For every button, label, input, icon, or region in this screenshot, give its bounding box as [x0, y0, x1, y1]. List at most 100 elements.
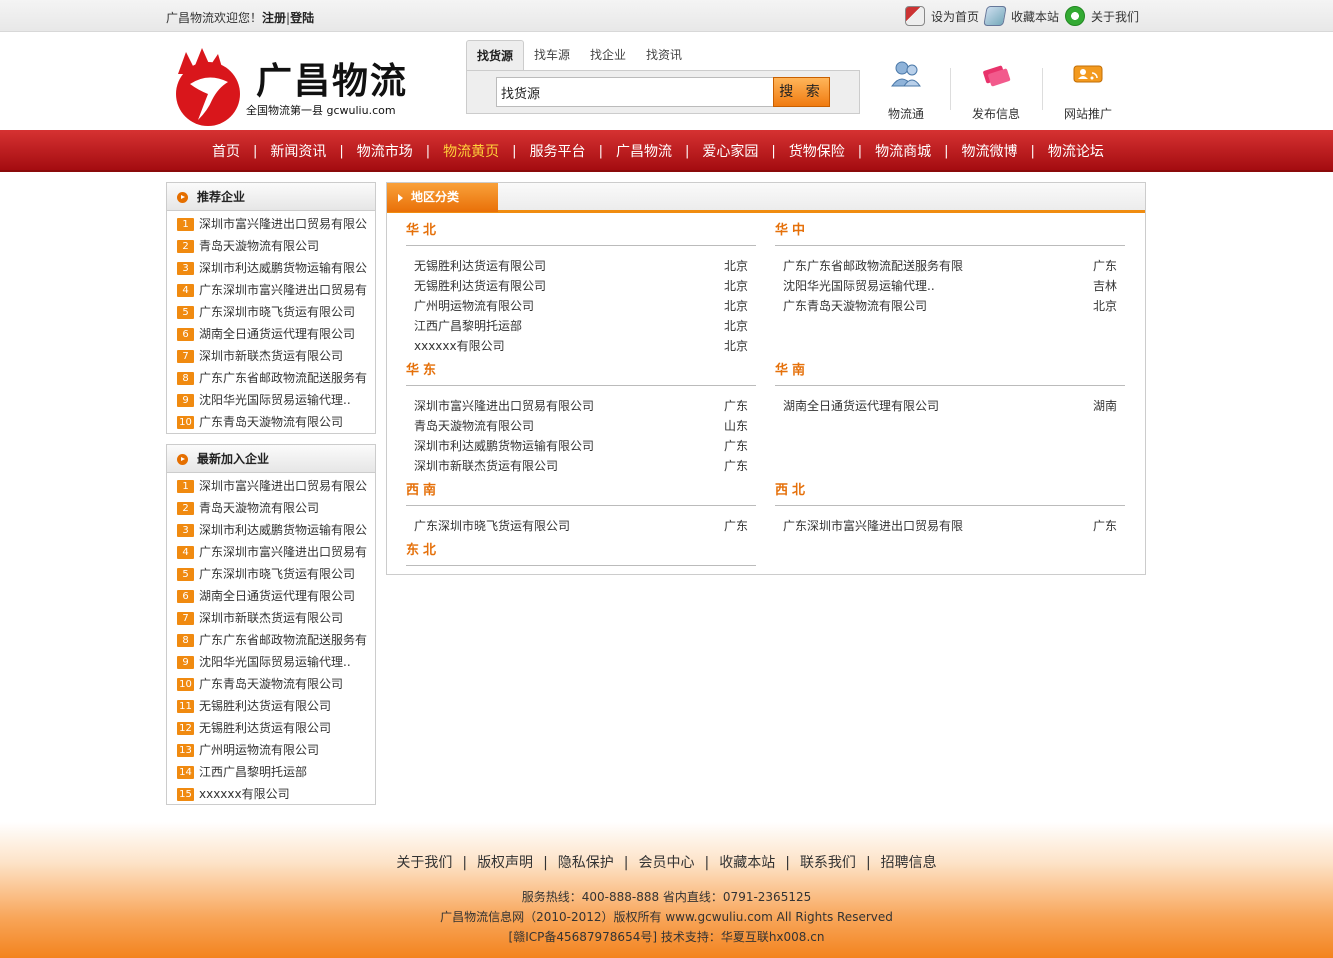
list-item[interactable]: 青岛天漩物流有限公司 山东: [414, 416, 748, 436]
list-item[interactable]: 广州明运物流有限公司 北京: [414, 296, 748, 316]
list-item[interactable]: 3 深圳市利达威鹏货物运输有限公: [177, 257, 375, 279]
list-item[interactable]: 13 广州明运物流有限公司: [177, 739, 375, 761]
list-item[interactable]: 湖南全日通货运代理有限公司 湖南: [783, 396, 1117, 416]
list-item[interactable]: 6 湖南全日通货运代理有限公司: [177, 323, 375, 345]
company-link[interactable]: 湖南全日通货运代理有限公司: [783, 396, 939, 416]
quick-link-publish[interactable]: 发布信息: [958, 58, 1034, 122]
company-link[interactable]: 无锡胜利达货运有限公司: [414, 256, 546, 276]
list-item[interactable]: 11 无锡胜利达货运有限公司: [177, 695, 375, 717]
footer-link-jobs[interactable]: 招聘信息: [881, 855, 937, 871]
nav-link-charity[interactable]: 爱心家园: [689, 141, 771, 161]
bookmark-link[interactable]: 收藏本站: [1011, 8, 1059, 25]
nav-link-home[interactable]: 首页: [199, 141, 253, 161]
footer-link-about[interactable]: 关于我们: [396, 855, 452, 871]
list-item[interactable]: xxxxxx有限公司 北京: [414, 336, 748, 356]
site-logo[interactable]: 广昌物流 全国物流第一县 gcwuliu.com: [166, 44, 416, 128]
quick-link-logistics-pass[interactable]: 物流通: [868, 58, 944, 122]
company-link[interactable]: 广东青岛天漩物流有限公司: [199, 673, 343, 695]
company-link[interactable]: 深圳市新联杰货运有限公司: [414, 456, 558, 476]
list-item[interactable]: 1 深圳市富兴隆进出口贸易有限公: [177, 475, 375, 497]
list-item[interactable]: 5 广东深圳市晓飞货运有限公司: [177, 301, 375, 323]
list-item[interactable]: 10 广东青岛天漩物流有限公司: [177, 673, 375, 695]
list-item[interactable]: 6 湖南全日通货运代理有限公司: [177, 585, 375, 607]
company-link[interactable]: xxxxxx有限公司: [414, 336, 505, 356]
company-link[interactable]: 广东深圳市晓飞货运有限公司: [414, 516, 570, 536]
list-item[interactable]: 广东广东省邮政物流配送服务有限 广东: [783, 256, 1117, 276]
company-link[interactable]: 湖南全日通货运代理有限公司: [199, 323, 355, 345]
footer-link-bookmark[interactable]: 收藏本站: [719, 855, 775, 871]
nav-link-guangchang[interactable]: 广昌物流: [603, 141, 685, 161]
company-link[interactable]: 广东广东省邮政物流配送服务有: [199, 629, 367, 651]
company-link[interactable]: 青岛天漩物流有限公司: [414, 416, 534, 436]
company-link[interactable]: 无锡胜利达货运有限公司: [199, 695, 331, 717]
list-item[interactable]: 7 深圳市新联杰货运有限公司: [177, 607, 375, 629]
tab-find-cargo[interactable]: 找货源: [466, 40, 525, 70]
company-link[interactable]: 深圳市利达威鹏货物运输有限公司: [414, 436, 594, 456]
company-link[interactable]: 沈阳华光国际贸易运输代理..: [199, 651, 351, 673]
company-link[interactable]: 青岛天漩物流有限公司: [199, 497, 319, 519]
list-item[interactable]: 9 沈阳华光国际贸易运输代理..: [177, 651, 375, 673]
company-link[interactable]: 广东广东省邮政物流配送服务有限: [783, 256, 963, 276]
company-link[interactable]: 无锡胜利达货运有限公司: [199, 717, 331, 739]
nav-link-mall[interactable]: 物流商城: [862, 141, 944, 161]
tab-find-companies[interactable]: 找企业: [580, 40, 636, 70]
list-item[interactable]: 8 广东广东省邮政物流配送服务有: [177, 367, 375, 389]
list-item[interactable]: 深圳市富兴隆进出口贸易有限公司 广东: [414, 396, 748, 416]
company-link[interactable]: 深圳市富兴隆进出口贸易有限公: [199, 213, 367, 235]
search-button[interactable]: 搜 索: [773, 77, 830, 107]
company-link[interactable]: 江西广昌黎明托运部: [199, 761, 307, 783]
footer-link-privacy[interactable]: 隐私保护: [558, 855, 614, 871]
nav-link-insurance[interactable]: 货物保险: [776, 141, 858, 161]
list-item[interactable]: 9 沈阳华光国际贸易运输代理..: [177, 389, 375, 411]
list-item[interactable]: 5 广东深圳市晓飞货运有限公司: [177, 563, 375, 585]
list-item[interactable]: 无锡胜利达货运有限公司 北京: [414, 256, 748, 276]
footer-link-member[interactable]: 会员中心: [639, 855, 695, 871]
list-item[interactable]: 江西广昌黎明托运部 北京: [414, 316, 748, 336]
list-item[interactable]: 沈阳华光国际贸易运输代理.. 吉林: [783, 276, 1117, 296]
list-item[interactable]: 广东深圳市富兴隆进出口贸易有限 广东: [783, 516, 1117, 536]
company-link[interactable]: 深圳市新联杰货运有限公司: [199, 607, 343, 629]
nav-link-news[interactable]: 新闻资讯: [257, 141, 339, 161]
nav-link-weibo[interactable]: 物流微博: [949, 141, 1031, 161]
company-link[interactable]: xxxxxx有限公司: [199, 783, 290, 805]
nav-link-yellow-pages[interactable]: 物流黄页: [430, 141, 512, 161]
company-link[interactable]: 沈阳华光国际贸易运输代理..: [783, 276, 935, 296]
list-item[interactable]: 深圳市新联杰货运有限公司 广东: [414, 456, 748, 476]
search-input[interactable]: [496, 77, 774, 107]
list-item[interactable]: 广东青岛天漩物流有限公司 北京: [783, 296, 1117, 316]
list-item[interactable]: 8 广东广东省邮政物流配送服务有: [177, 629, 375, 651]
company-link[interactable]: 广州明运物流有限公司: [414, 296, 534, 316]
list-item[interactable]: 1 深圳市富兴隆进出口贸易有限公: [177, 213, 375, 235]
footer-link-copyright[interactable]: 版权声明: [477, 855, 533, 871]
company-link[interactable]: 深圳市利达威鹏货物运输有限公: [199, 257, 367, 279]
list-item[interactable]: 无锡胜利达货运有限公司 北京: [414, 276, 748, 296]
list-item[interactable]: 12 无锡胜利达货运有限公司: [177, 717, 375, 739]
company-link[interactable]: 广东广东省邮政物流配送服务有: [199, 367, 367, 389]
company-link[interactable]: 广东青岛天漩物流有限公司: [783, 296, 927, 316]
footer-link-contact[interactable]: 联系我们: [800, 855, 856, 871]
list-item[interactable]: 15 xxxxxx有限公司: [177, 783, 375, 805]
register-link[interactable]: 注册: [262, 11, 286, 25]
company-link[interactable]: 江西广昌黎明托运部: [414, 316, 522, 336]
list-item[interactable]: 14 江西广昌黎明托运部: [177, 761, 375, 783]
set-homepage-link[interactable]: 设为首页: [931, 8, 979, 25]
quick-link-promote[interactable]: 网站推广: [1050, 58, 1126, 122]
list-item[interactable]: 3 深圳市利达威鹏货物运输有限公: [177, 519, 375, 541]
company-link[interactable]: 广州明运物流有限公司: [199, 739, 319, 761]
about-link[interactable]: 关于我们: [1091, 8, 1139, 25]
company-link[interactable]: 深圳市新联杰货运有限公司: [199, 345, 343, 367]
nav-link-service[interactable]: 服务平台: [517, 141, 599, 161]
company-link[interactable]: 广东青岛天漩物流有限公司: [199, 411, 343, 433]
list-item[interactable]: 10 广东青岛天漩物流有限公司: [177, 411, 375, 433]
company-link[interactable]: 深圳市富兴隆进出口贸易有限公: [199, 475, 367, 497]
company-link[interactable]: 广东深圳市晓飞货运有限公司: [199, 301, 355, 323]
company-link[interactable]: 无锡胜利达货运有限公司: [414, 276, 546, 296]
list-item[interactable]: 7 深圳市新联杰货运有限公司: [177, 345, 375, 367]
login-link[interactable]: 登陆: [290, 11, 314, 25]
nav-link-forum[interactable]: 物流论坛: [1035, 141, 1117, 161]
list-item[interactable]: 4 广东深圳市富兴隆进出口贸易有: [177, 541, 375, 563]
company-link[interactable]: 广东深圳市晓飞货运有限公司: [199, 563, 355, 585]
list-item[interactable]: 2 青岛天漩物流有限公司: [177, 235, 375, 257]
tab-find-vehicles[interactable]: 找车源: [524, 40, 580, 70]
company-link[interactable]: 沈阳华光国际贸易运输代理..: [199, 389, 351, 411]
